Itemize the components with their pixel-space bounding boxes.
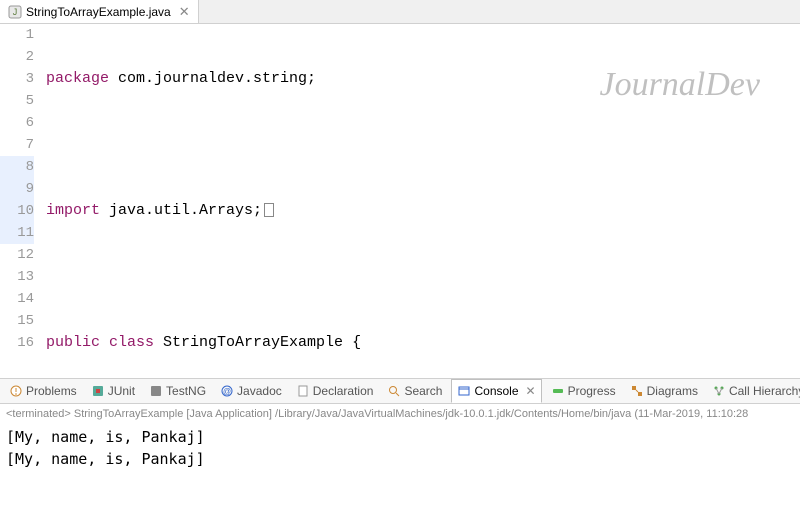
console-icon: [457, 384, 471, 398]
tab-search[interactable]: Search: [382, 379, 447, 403]
tab-junit[interactable]: JUnit: [86, 379, 140, 403]
close-icon[interactable]: ✕: [526, 384, 536, 398]
tab-declaration[interactable]: Declaration: [291, 379, 379, 403]
testng-icon: [149, 384, 163, 398]
call-hierarchy-icon: [712, 384, 726, 398]
code-editor[interactable]: JournalDev 1 2 3 5 6 7 8 9 10 11 12 13 1…: [0, 24, 800, 378]
java-file-icon: J: [8, 5, 22, 19]
editor-tab-active[interactable]: J StringToArrayExample.java ✕: [0, 0, 199, 23]
search-icon: [387, 384, 401, 398]
tab-progress[interactable]: Progress: [546, 379, 621, 403]
diagrams-icon: [630, 384, 644, 398]
console-line: [My, name, is, Pankaj]: [6, 448, 794, 470]
tab-diagrams[interactable]: Diagrams: [625, 379, 703, 403]
console-status-line: <terminated> StringToArrayExample [Java …: [6, 408, 794, 420]
close-icon[interactable]: ✕: [179, 4, 190, 20]
tab-javadoc[interactable]: @Javadoc: [215, 379, 287, 403]
tab-console[interactable]: Console✕: [451, 379, 541, 403]
declaration-icon: [296, 384, 310, 398]
console-output[interactable]: [My, name, is, Pankaj] [My, name, is, Pa…: [0, 424, 800, 472]
tab-problems[interactable]: Problems: [4, 379, 82, 403]
tab-testng[interactable]: TestNG: [144, 379, 211, 403]
code-area[interactable]: package com.journaldev.string; import ja…: [42, 24, 800, 378]
console-header: <terminated> StringToArrayExample [Java …: [0, 404, 800, 424]
svg-text:J: J: [13, 7, 18, 17]
progress-icon: [551, 384, 565, 398]
javadoc-icon: @: [220, 384, 234, 398]
editor-tab-bar: J StringToArrayExample.java ✕: [0, 0, 800, 24]
editor-tab-filename: StringToArrayExample.java: [26, 5, 171, 19]
console-line: [My, name, is, Pankaj]: [6, 426, 794, 448]
junit-icon: [91, 384, 105, 398]
problems-icon: [9, 384, 23, 398]
views-tab-bar: Problems JUnit TestNG @Javadoc Declarati…: [0, 378, 800, 404]
svg-text:@: @: [223, 387, 231, 396]
line-number-gutter: 1 2 3 5 6 7 8 9 10 11 12 13 14 15 16: [0, 24, 42, 378]
folded-marker-icon: [264, 203, 274, 217]
tab-call-hierarchy[interactable]: Call Hierarchy: [707, 379, 800, 403]
